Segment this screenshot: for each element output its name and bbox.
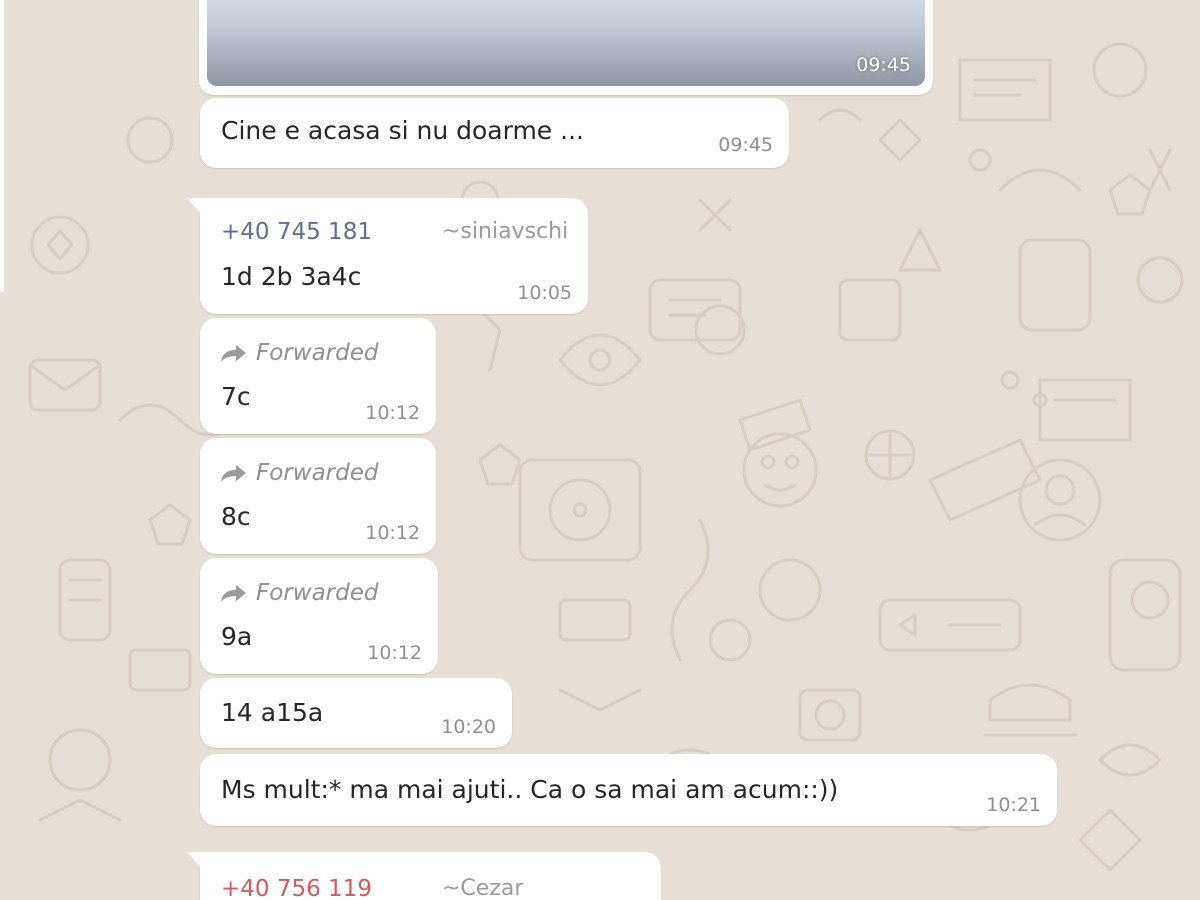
message-bubble[interactable]: +40 756 119 ~Cezar xyxy=(200,852,661,900)
message-time: 10:12 xyxy=(367,642,422,664)
message-time: 10:20 xyxy=(441,716,496,738)
message-text: 9a xyxy=(221,622,253,651)
window-edge xyxy=(0,0,4,292)
forward-arrow-icon xyxy=(221,345,246,362)
forwarded-label: Forwarded xyxy=(220,580,378,606)
message-bubble[interactable]: Forwarded 7c 10:12 xyxy=(200,318,436,434)
sender-phone[interactable]: +40 745 181 xyxy=(221,219,372,245)
message-bubble[interactable]: Cine e acasa si nu doarme ... 09:45 xyxy=(200,98,789,168)
image-preview[interactable]: 09:45 xyxy=(207,0,925,86)
forwarded-label: Forwarded xyxy=(220,340,378,366)
forward-arrow-icon xyxy=(221,465,246,482)
message-text: 14 a15a xyxy=(221,698,324,727)
message-text: 7c xyxy=(221,382,251,411)
message-time: 09:45 xyxy=(718,134,773,156)
message-bubble[interactable]: Forwarded 8c 10:12 xyxy=(200,438,436,554)
message-bubble[interactable]: Ms mult:* ma mai ajuti.. Ca o sa mai am … xyxy=(200,754,1057,826)
message-bubble[interactable]: 14 a15a 10:20 xyxy=(200,678,512,748)
message-text: 8c xyxy=(221,502,251,531)
message-time: 10:05 xyxy=(517,282,572,304)
image-message[interactable]: 09:45 xyxy=(199,0,933,95)
message-text: Ms mult:* ma mai ajuti.. Ca o sa mai am … xyxy=(221,775,839,804)
sender-name: ~siniavschi xyxy=(442,219,569,244)
forward-arrow-icon xyxy=(221,585,246,602)
message-time: 10:21 xyxy=(986,794,1041,816)
message-text: Cine e acasa si nu doarme ... xyxy=(221,116,584,145)
message-text: 1d 2b 3a4c xyxy=(221,262,362,291)
forwarded-label: Forwarded xyxy=(220,460,378,486)
message-time: 09:45 xyxy=(856,54,911,76)
message-bubble[interactable]: +40 745 181 ~siniavschi 1d 2b 3a4c 10:05 xyxy=(200,198,588,314)
message-bubble[interactable]: Forwarded 9a 10:12 xyxy=(200,558,438,674)
message-time: 10:12 xyxy=(365,522,420,544)
sender-phone[interactable]: +40 756 119 xyxy=(221,876,372,900)
message-time: 10:12 xyxy=(365,402,420,424)
sender-name: ~Cezar xyxy=(442,876,524,900)
